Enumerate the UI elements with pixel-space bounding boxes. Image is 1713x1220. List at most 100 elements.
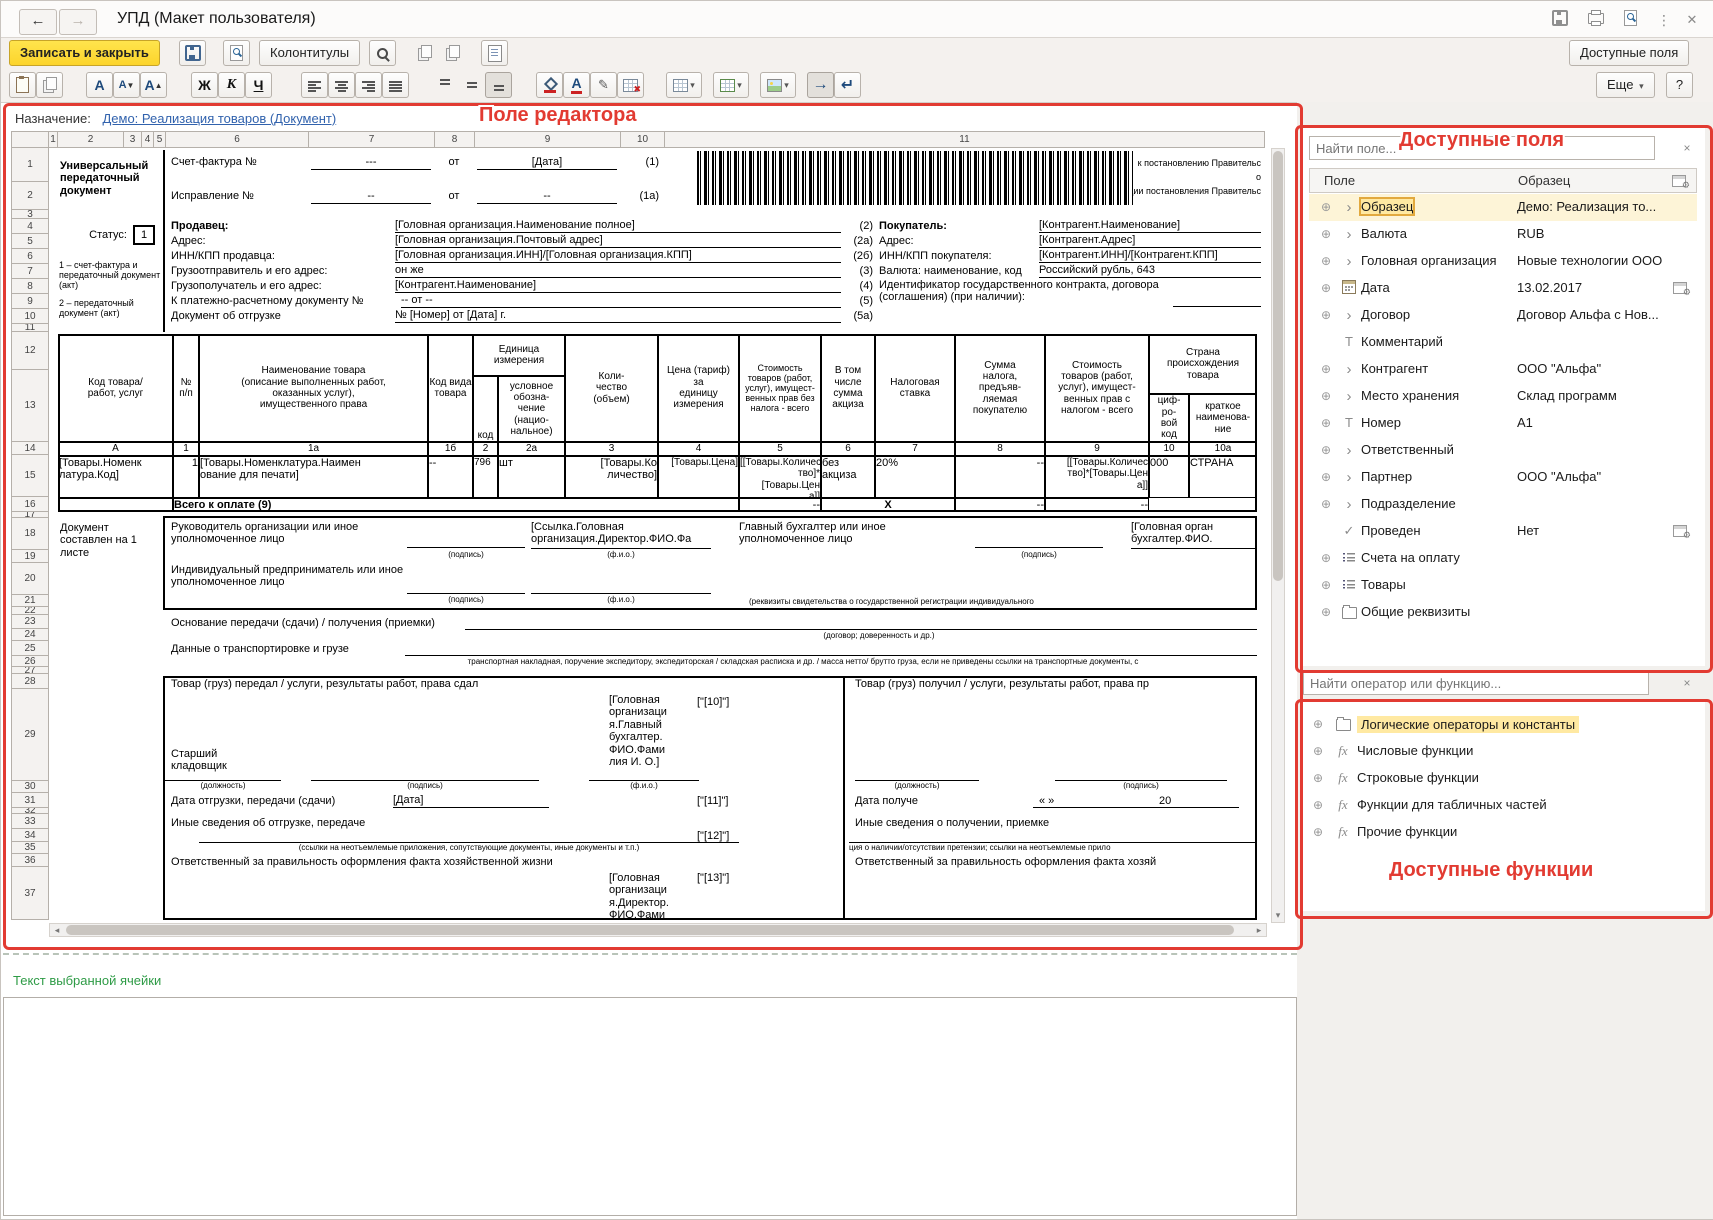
- find-button[interactable]: [369, 40, 396, 66]
- valign-top-button[interactable]: [431, 72, 458, 98]
- horizontal-scrollbar[interactable]: ◂ ▸: [49, 923, 1267, 937]
- sheet-cell[interactable]: (2б): [843, 250, 873, 263]
- sheet-cell[interactable]: Адрес:: [171, 235, 393, 248]
- row-header[interactable]: 35: [11, 842, 49, 854]
- sheet-cell[interactable]: [Головная организация.Почтовый адрес]: [395, 234, 841, 248]
- field-row[interactable]: ✓ПроведенНет: [1309, 518, 1697, 545]
- valign-middle-button[interactable]: [458, 72, 485, 98]
- row-header[interactable]: 36: [11, 854, 49, 867]
- sheet-cell[interactable]: (1а): [623, 190, 659, 203]
- font-smaller-button[interactable]: А▼: [113, 72, 140, 98]
- copy-format-button[interactable]: [411, 40, 438, 66]
- row-header[interactable]: 2: [11, 182, 49, 210]
- align-center-button[interactable]: [328, 72, 355, 98]
- expand-icon[interactable]: ⊕: [1313, 771, 1323, 785]
- expand-icon[interactable]: ⊕: [1313, 744, 1323, 758]
- row-header[interactable]: 27: [11, 667, 49, 674]
- sheet-cell[interactable]: от: [435, 156, 473, 169]
- menu-dots-icon[interactable]: ⋮: [1653, 10, 1675, 30]
- fields-search-close-icon[interactable]: ×: [1679, 140, 1695, 156]
- sheet-cell[interactable]: Универсальный передаточный документ: [60, 160, 162, 218]
- expand-icon[interactable]: ⊕: [1321, 470, 1331, 484]
- sheet-cell[interactable]: Адрес:: [879, 235, 1037, 248]
- field-row[interactable]: ⊕›ОбразецДемо: Реализация то...: [1309, 194, 1697, 221]
- row-header[interactable]: 31: [11, 793, 49, 808]
- row-header[interactable]: 28: [11, 674, 49, 689]
- field-row[interactable]: ⊕›КонтрагентООО "Альфа": [1309, 356, 1697, 383]
- text-wrap-button[interactable]: ↵: [834, 72, 861, 98]
- sheet-cell[interactable]: [Головная организация.ИНН]/[Головная орг…: [395, 249, 841, 263]
- function-row[interactable]: ⊕fxСтроковые функции: [1301, 765, 1705, 792]
- sheet-cell[interactable]: [405, 642, 1257, 656]
- row-header[interactable]: 10: [11, 309, 49, 324]
- text-direction-button[interactable]: →: [807, 72, 834, 98]
- field-row[interactable]: ⊕›Ответственный: [1309, 437, 1697, 464]
- sheet-cell[interactable]: [Контрагент.ИНН]/[Контрагент.КПП]: [1039, 249, 1261, 263]
- scroll-left-icon[interactable]: ◂: [51, 924, 63, 936]
- row-header[interactable]: 22: [11, 607, 49, 615]
- scroll-down-icon[interactable]: ▾: [1272, 909, 1284, 921]
- sheet-cell[interactable]: (5а): [843, 310, 873, 323]
- expand-icon[interactable]: ⊕: [1321, 308, 1331, 322]
- selected-cell-text-area[interactable]: [3, 997, 1297, 1216]
- sheet-cell[interactable]: --: [477, 190, 617, 204]
- sheet-cell[interactable]: (5): [843, 295, 873, 308]
- row-header[interactable]: 18: [11, 518, 49, 550]
- row-header[interactable]: 12: [11, 332, 49, 370]
- functions-search-input[interactable]: [1303, 671, 1649, 695]
- field-row[interactable]: ⊕Общие реквизиты: [1309, 599, 1697, 626]
- image-dropdown[interactable]: ▾: [760, 72, 796, 98]
- row-header[interactable]: 23: [11, 615, 49, 629]
- sheet-cell[interactable]: Валюта: наименование, код: [879, 265, 1039, 278]
- column-header[interactable]: 4: [142, 131, 154, 148]
- row-header[interactable]: 25: [11, 641, 49, 656]
- table-settings-icon[interactable]: [1672, 175, 1686, 187]
- sheet-cell[interactable]: [Контрагент.Наименование]: [1039, 219, 1261, 233]
- field-action-icon[interactable]: [1673, 282, 1687, 294]
- field-row[interactable]: ⊕›Головная организацияНовые технологии О…: [1309, 248, 1697, 275]
- nav-forward-button[interactable]: →: [59, 9, 97, 35]
- sheet-cell[interactable]: (2а): [843, 235, 873, 248]
- headers-footers-button[interactable]: Колонтитулы: [259, 40, 360, 66]
- column-header[interactable]: 9: [475, 131, 621, 148]
- sheet-cell[interactable]: Грузополучатель и его адрес:: [171, 280, 393, 293]
- column-header[interactable]: 11: [665, 131, 1265, 148]
- sheet-cell[interactable]: Исправление №: [171, 190, 306, 203]
- row-header[interactable]: 30: [11, 781, 49, 793]
- expand-icon[interactable]: ⊕: [1321, 281, 1331, 295]
- sheet-cell[interactable]: --: [311, 190, 431, 204]
- row-header[interactable]: 13: [11, 370, 49, 442]
- edit-pencil-button[interactable]: ✎: [590, 72, 617, 98]
- expand-icon[interactable]: ⊕: [1321, 227, 1331, 241]
- row-header[interactable]: 11: [11, 324, 49, 332]
- sheet-cell[interactable]: Данные о транспортировке и грузе: [171, 643, 405, 656]
- field-row[interactable]: ⊕Товары: [1309, 572, 1697, 599]
- sheet-cell[interactable]: [Головная организация.Наименование полно…: [395, 219, 841, 233]
- font-larger-button[interactable]: А▲: [140, 72, 167, 98]
- sheet-cell[interactable]: (4): [843, 280, 873, 293]
- field-row[interactable]: ⊕›ДоговорДоговор Альфа с Нов...: [1309, 302, 1697, 329]
- vertical-scrollbar[interactable]: ▾: [1271, 148, 1285, 923]
- paste-button[interactable]: [9, 72, 36, 98]
- sheet-cell[interactable]: (2): [843, 220, 873, 233]
- expand-icon[interactable]: ⊕: [1321, 200, 1331, 214]
- row-header[interactable]: 33: [11, 814, 49, 829]
- sheet-cell[interactable]: ---: [311, 156, 431, 170]
- row-header[interactable]: 14: [11, 442, 49, 455]
- expand-icon[interactable]: ⊕: [1321, 551, 1331, 565]
- copy-button[interactable]: [36, 72, 63, 98]
- sheet-cell[interactable]: ИНН/КПП покупателя:: [879, 250, 1037, 263]
- row-header[interactable]: 4: [11, 219, 49, 234]
- row-header[interactable]: 37: [11, 867, 49, 920]
- save-close-button[interactable]: Записать и закрыть: [9, 40, 160, 66]
- sheet-cell[interactable]: Покупатель:: [879, 220, 1037, 233]
- sheet-cell[interactable]: Статус:: [67, 229, 127, 242]
- row-header[interactable]: 1: [11, 148, 49, 182]
- row-header[interactable]: 9: [11, 294, 49, 309]
- clear-format-button[interactable]: ✖: [617, 72, 644, 98]
- sheet-cell[interactable]: Российский рубль, 643: [1039, 264, 1261, 278]
- row-header[interactable]: 5: [11, 234, 49, 249]
- function-row[interactable]: ⊕fxПрочие функции: [1301, 819, 1705, 846]
- row-header[interactable]: 29: [11, 689, 49, 781]
- sheet-cell[interactable]: он же: [395, 264, 841, 278]
